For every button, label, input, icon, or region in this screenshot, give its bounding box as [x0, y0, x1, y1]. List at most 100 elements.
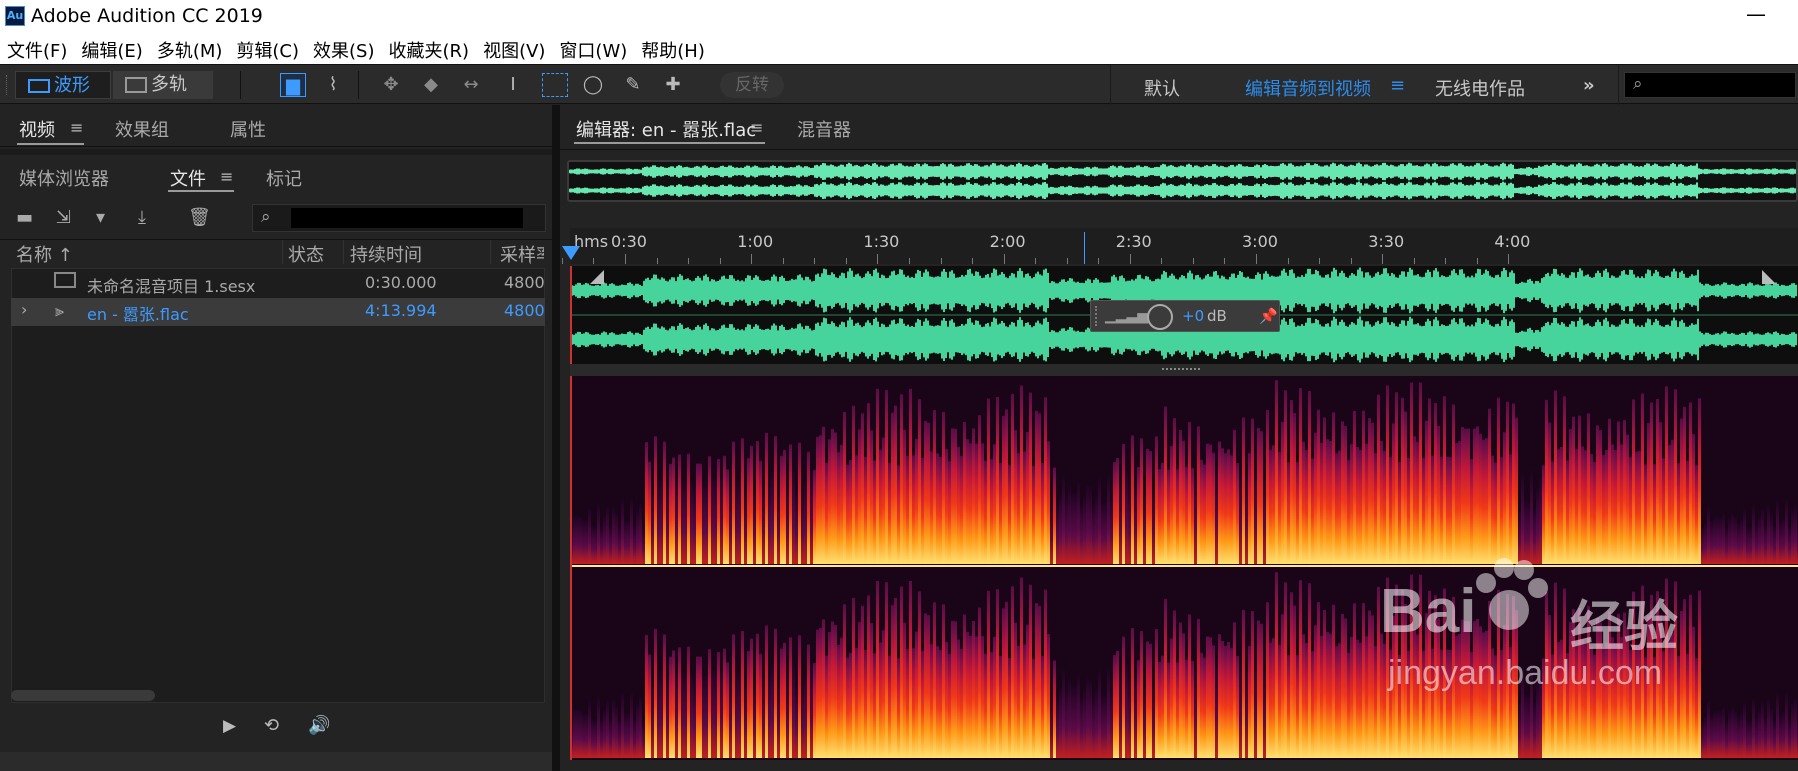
tab-media-browser[interactable]: 媒体浏览器: [19, 165, 109, 191]
tab-markers[interactable]: 标记: [266, 165, 302, 191]
marquee-tool-icon[interactable]: [542, 73, 568, 97]
workspace-current[interactable]: 编辑音频到视频: [1245, 75, 1371, 101]
tab-effects-rack[interactable]: 效果组: [115, 116, 169, 142]
waveform-display-icon[interactable]: ▆: [280, 73, 306, 97]
minimize-button[interactable]: —: [1746, 2, 1766, 26]
file-row-selected[interactable]: › ⫸ en - 嚣张.flac 4:13.994 48000: [11, 298, 545, 326]
tab-properties[interactable]: 属性: [230, 116, 266, 142]
menu-clip[interactable]: 剪辑(C): [229, 33, 306, 64]
menu-effects[interactable]: 效果(S): [306, 33, 381, 64]
delete-icon[interactable]: 🗑: [188, 207, 211, 228]
ruler-tick: [1382, 254, 1384, 264]
sort-ascending-icon: ↑: [52, 245, 73, 266]
tab-video-menu-icon[interactable]: ≡: [70, 118, 83, 137]
spectral-divider[interactable]: [570, 364, 1798, 376]
tab-editor[interactable]: 编辑器: en - 嚣张.flac: [576, 116, 756, 142]
time-selection-tool-icon[interactable]: I: [500, 73, 526, 97]
ruler-minor-tick: [1035, 258, 1037, 264]
file-name: en - 嚣张.flac: [87, 305, 189, 324]
menu-multitrack[interactable]: 多轨(M): [150, 33, 230, 64]
menu-view[interactable]: 视图(V): [476, 33, 552, 64]
hud-grip[interactable]: [1095, 306, 1097, 326]
horizontal-scrollbar[interactable]: [11, 690, 155, 701]
playhead-line: [570, 376, 572, 760]
gain-knob[interactable]: [1147, 304, 1173, 330]
toolbar-divider: [358, 71, 359, 99]
ruler-tick-label: 3:00: [1242, 232, 1278, 251]
import-file-icon[interactable]: ⇲: [56, 207, 71, 228]
ruler-minor-tick: [1350, 258, 1352, 264]
playhead-line: [570, 266, 572, 364]
spectral-display-icon[interactable]: ⌇: [320, 73, 346, 97]
gain-hud[interactable]: ▁▂▃▅ +0 dB 📌: [1090, 300, 1280, 332]
pin-icon[interactable]: 📌: [1259, 307, 1278, 325]
current-time-indicator: [1084, 232, 1085, 264]
workspace-default[interactable]: 默认: [1144, 75, 1180, 101]
tab-video[interactable]: 视频: [19, 116, 55, 142]
playhead-handle-icon[interactable]: [562, 246, 580, 260]
multitrack-view-button[interactable]: 多轨: [113, 71, 213, 99]
video-panel-tabs: 视频 ≡ 效果组 属性: [0, 105, 552, 147]
menu-favorites[interactable]: 收藏夹(R): [382, 33, 477, 64]
multitrack-view-icon: [125, 77, 147, 93]
level-meter-icon: ▁▂▃▅: [1105, 308, 1149, 324]
open-folder-icon[interactable]: ▬: [16, 207, 33, 228]
column-status[interactable]: 状态: [288, 241, 324, 267]
tab-editor-menu-icon[interactable]: ≡: [750, 118, 763, 137]
slip-tool-icon[interactable]: ↔: [458, 73, 484, 97]
panel-splitter[interactable]: [552, 105, 560, 771]
divider: [0, 239, 552, 240]
ruler-tick-label: 3:30: [1368, 232, 1405, 251]
file-name: 未命名混音项目 1.sesx: [87, 277, 256, 296]
loop-icon[interactable]: ⟲: [264, 715, 279, 736]
file-row[interactable]: 未命名混音项目 1.sesx 0:30.000 48000: [11, 270, 545, 298]
waveform-display[interactable]: ▁▂▃▅ +0 dB 📌: [570, 266, 1798, 364]
time-ruler[interactable]: hms 0:30 1:00 1:30 2:00 2:30 3:00 3:30 4:00: [530, 228, 1798, 264]
workspace-menu-icon[interactable]: ≡: [1390, 75, 1405, 96]
tab-files-menu-icon[interactable]: ≡: [220, 167, 233, 186]
column-duration[interactable]: 持续时间: [350, 241, 422, 267]
autoplay-speaker-icon[interactable]: 🔊: [308, 715, 330, 736]
column-name[interactable]: 名称 ↑: [16, 241, 73, 267]
move-tool-icon[interactable]: ✥: [378, 73, 404, 97]
column-divider: [490, 240, 491, 264]
watermark-suffix: 经验: [1570, 597, 1678, 657]
more-workspaces-icon[interactable]: »: [1583, 75, 1595, 96]
toolbar-divider: [1618, 65, 1619, 105]
spectral-frequency-display[interactable]: Bai 经验 jingyan.baidu.com: [570, 376, 1798, 760]
files-search-value[interactable]: [291, 208, 523, 228]
spot-healing-tool-icon[interactable]: ✚: [660, 73, 686, 97]
insert-icon[interactable]: ⤓: [138, 207, 146, 228]
column-divider: [282, 240, 283, 264]
divider-grip[interactable]: [1162, 368, 1200, 371]
zoom-navigator[interactable]: [567, 160, 1798, 202]
menu-window[interactable]: 窗口(W): [552, 33, 634, 64]
toolbar-grip[interactable]: [6, 75, 9, 95]
expand-chevron-icon[interactable]: ›: [21, 300, 27, 319]
menu-help[interactable]: 帮助(H): [634, 33, 712, 64]
tab-files[interactable]: 文件: [170, 165, 206, 191]
ruler-minor-tick: [1413, 258, 1415, 264]
ruler-minor-tick: [1224, 258, 1226, 264]
help-search-field[interactable]: ⌕: [1624, 72, 1796, 98]
column-sample-rate[interactable]: 采样率: [500, 241, 544, 267]
files-search-input[interactable]: ⌕: [252, 204, 546, 232]
ruler-minor-tick: [845, 258, 847, 264]
play-icon[interactable]: ▶: [223, 716, 236, 736]
ruler-minor-tick: [593, 258, 595, 264]
waveform-view-icon: [28, 79, 50, 93]
lasso-tool-icon[interactable]: ◯: [580, 73, 606, 97]
menu-edit[interactable]: 编辑(E): [74, 33, 149, 64]
files-toolbar: ▬ ⇲ ▾ ⤓ 🗑 ⌕: [0, 201, 552, 237]
new-file-icon[interactable]: ▾: [96, 207, 105, 228]
workspace-other[interactable]: 无线电作品: [1435, 75, 1525, 101]
razor-tool-icon[interactable]: ◆: [418, 73, 444, 97]
brush-tool-icon[interactable]: ✎: [620, 73, 646, 97]
menu-file[interactable]: 文件(F): [0, 33, 74, 64]
invert-button[interactable]: 反转: [720, 72, 784, 98]
tab-mixer[interactable]: 混音器: [797, 116, 851, 142]
gain-value[interactable]: +0: [1182, 307, 1204, 325]
waveform-view-button[interactable]: 波形: [15, 71, 111, 99]
ruler-tick: [877, 254, 879, 264]
toolbar-divider: [1110, 65, 1111, 105]
